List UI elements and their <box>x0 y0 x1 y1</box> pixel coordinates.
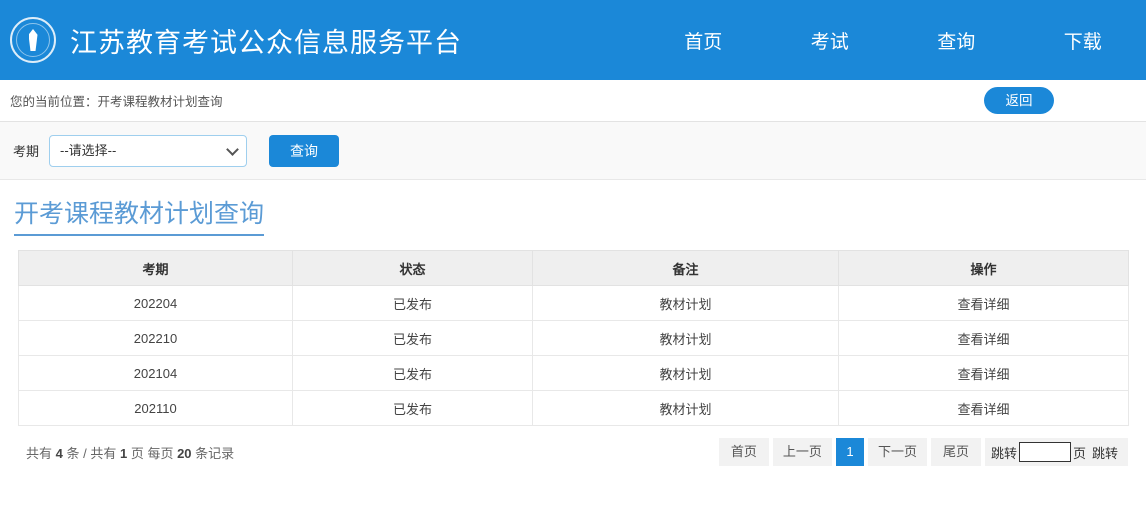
brand: 江苏教育考试公众信息服务平台 <box>0 17 462 63</box>
table-row: 202110 已发布 教材计划 查看详细 <box>18 390 1129 426</box>
table-head: 考期 状态 备注 操作 <box>18 250 1129 286</box>
view-detail-link[interactable]: 查看详细 <box>957 367 1009 382</box>
page-title-wrap: 开考课程教材计划查询 <box>0 180 1146 236</box>
cell-remark: 教材计划 <box>532 390 839 426</box>
nav-item-download[interactable]: 下载 <box>1020 27 1146 54</box>
term-select-wrap: --请选择-- <box>49 134 248 167</box>
filter-bar: 考期 --请选择-- 查询 <box>0 122 1146 180</box>
pagination-jump-button[interactable]: 跳转 <box>1088 443 1122 462</box>
term-filter-label: 考期 <box>13 144 40 159</box>
cell-term: 202104 <box>18 355 293 391</box>
record-total: 4 <box>55 445 63 461</box>
back-button[interactable]: 返回 <box>984 87 1054 114</box>
term-select[interactable]: --请选择-- <box>49 134 248 167</box>
cell-status: 已发布 <box>292 285 533 321</box>
breadcrumb-bar: 您的当前位置：开考课程教材计划查询 返回 <box>0 80 1146 122</box>
table-body: 202204 已发布 教材计划 查看详细 202210 已发布 教材计划 查看详… <box>18 285 1129 426</box>
pagination-page-unit: 页 <box>1072 445 1086 461</box>
view-detail-link[interactable]: 查看详细 <box>957 297 1009 312</box>
pagination-first[interactable]: 首页 <box>718 438 769 466</box>
site-header: 江苏教育考试公众信息服务平台 首页 考试 查询 下载 <box>0 0 1146 80</box>
table-wrap: 考期 状态 备注 操作 202204 已发布 教材计划 查看详细 202210 … <box>0 236 1146 426</box>
page-title: 开考课程教材计划查询 <box>14 194 265 236</box>
record-total-pages: 1 <box>119 445 128 461</box>
cell-remark: 教材计划 <box>532 285 839 321</box>
cell-status: 已发布 <box>292 355 533 391</box>
table-row: 202210 已发布 教材计划 查看详细 <box>18 320 1129 356</box>
cell-status: 已发布 <box>292 320 533 356</box>
record-info: 共有 4 条 / 共有 1 页 每页 20 条记录 <box>26 443 234 462</box>
torch-emblem-icon <box>10 17 56 63</box>
view-detail-link[interactable]: 查看详细 <box>957 332 1009 347</box>
column-header-term: 考期 <box>18 250 293 286</box>
record-suffix: 条记录 <box>195 445 235 461</box>
cell-action: 查看详细 <box>838 355 1129 391</box>
record-page-size: 20 <box>177 445 192 461</box>
cell-remark: 教材计划 <box>532 320 839 356</box>
pagination-page-1[interactable]: 1 <box>835 438 864 466</box>
pagination-jump-label: 跳转 <box>990 445 1017 461</box>
table-footer: 共有 4 条 / 共有 1 页 每页 20 条记录 首页 上一页 1 下一页 尾… <box>0 426 1146 466</box>
cell-action: 查看详细 <box>838 320 1129 356</box>
pagination: 首页 上一页 1 下一页 尾页 跳转 页 跳转 <box>718 438 1128 466</box>
cell-remark: 教材计划 <box>532 355 839 391</box>
pagination-prev[interactable]: 上一页 <box>772 438 832 466</box>
table-row: 202204 已发布 教材计划 查看详细 <box>18 285 1129 321</box>
query-button[interactable]: 查询 <box>269 134 340 167</box>
table-row: 202104 已发布 教材计划 查看详细 <box>18 355 1129 391</box>
site-title: 江苏教育考试公众信息服务平台 <box>70 27 462 58</box>
record-prefix: 共有 <box>26 445 53 461</box>
cell-status: 已发布 <box>292 390 533 426</box>
nav-item-home[interactable]: 首页 <box>640 27 767 54</box>
cell-term: 202210 <box>18 320 293 356</box>
main-nav: 首页 考试 查询 下载 <box>640 0 1146 80</box>
column-header-remark: 备注 <box>532 250 839 286</box>
torch-shape-icon <box>28 29 38 51</box>
record-mid-1: 条 / 共有 <box>66 445 117 461</box>
cell-term: 202204 <box>18 285 293 321</box>
cell-action: 查看详细 <box>838 285 1129 321</box>
pagination-jump-input[interactable] <box>1018 442 1071 462</box>
pagination-next[interactable]: 下一页 <box>867 438 927 466</box>
plans-table: 考期 状态 备注 操作 202204 已发布 教材计划 查看详细 202210 … <box>18 250 1129 426</box>
cell-action: 查看详细 <box>838 390 1129 426</box>
nav-item-query[interactable]: 查询 <box>893 27 1020 54</box>
pagination-jump-group: 跳转 页 跳转 <box>984 438 1128 466</box>
pagination-last[interactable]: 尾页 <box>930 438 981 466</box>
cell-term: 202110 <box>18 390 293 426</box>
view-detail-link[interactable]: 查看详细 <box>957 402 1009 417</box>
column-header-action: 操作 <box>838 250 1129 286</box>
record-mid-2: 页 每页 <box>130 445 174 461</box>
nav-item-exam[interactable]: 考试 <box>767 27 894 54</box>
breadcrumb: 您的当前位置：开考课程教材计划查询 <box>10 95 223 109</box>
table-header-row: 考期 状态 备注 操作 <box>18 250 1129 286</box>
column-header-status: 状态 <box>292 250 533 286</box>
